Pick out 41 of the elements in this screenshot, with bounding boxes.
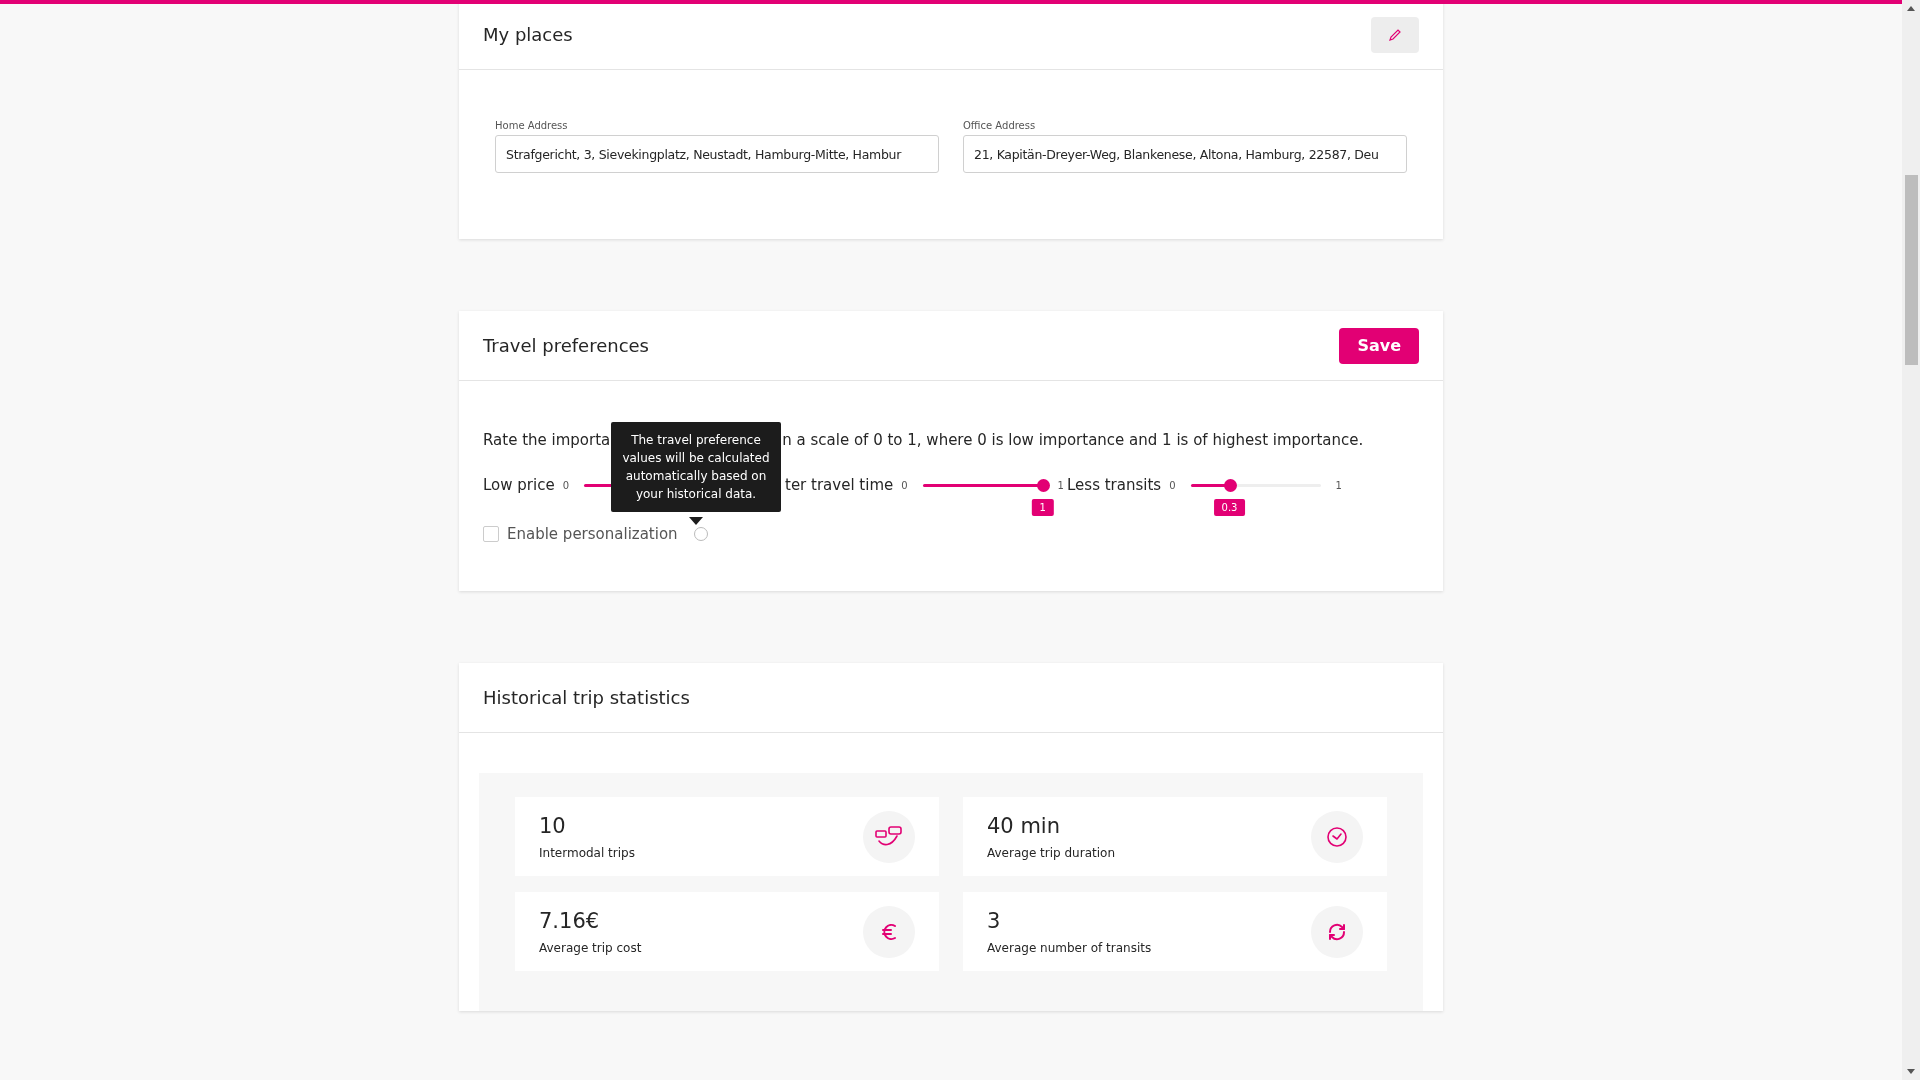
- slider-value: 1: [1031, 498, 1054, 516]
- slider-min: 0: [901, 479, 908, 491]
- card-title: Historical trip statistics: [483, 687, 690, 708]
- scrollbar[interactable]: [1902, 0, 1920, 1080]
- tooltip: The travel preference values will be calculated automatically based on your historical data.: [611, 422, 781, 512]
- clock-icon: [1326, 825, 1348, 848]
- slider-thumb[interactable]: [1036, 478, 1050, 492]
- slider-label: Low price: [483, 476, 555, 494]
- slider-thumb[interactable]: [1223, 478, 1237, 492]
- card-title: Travel preferences: [483, 335, 649, 356]
- field-label: Home Address: [495, 120, 569, 131]
- save-button[interactable]: Save: [1339, 327, 1419, 364]
- stat-label: Average number of transits: [987, 940, 1152, 955]
- euro-icon: [881, 921, 897, 942]
- stat-label: Average trip cost: [539, 940, 642, 955]
- stat-label: Intermodal trips: [539, 845, 635, 860]
- slider-max: 1: [1057, 479, 1064, 491]
- address-field[interactable]: 21, Kapitän-Dreyer-Weg, Blankenese, Altona, Hamburg, 22587, Deu: [963, 135, 1407, 173]
- slider-max: 1: [1335, 479, 1342, 491]
- slider-value: 0.3: [1213, 498, 1246, 516]
- stat-value: 40 min: [987, 813, 1061, 838]
- stat-value: 3: [987, 908, 1002, 933]
- stat-label: Average trip duration: [987, 845, 1115, 860]
- personalization-checkbox[interactable]: [483, 526, 499, 542]
- instruction-text: n a scale of 0 to 1, where 0 is low importance and 1 is of highest importance.: [782, 431, 1364, 449]
- instruction-text: Rate the importa: [483, 431, 611, 449]
- slider-label: Less transits: [1067, 476, 1162, 494]
- scroll-thumb[interactable]: [1905, 175, 1918, 365]
- field-label: Office Address: [963, 120, 1037, 131]
- card-title: My places: [483, 24, 573, 45]
- scroll-up-icon[interactable]: [1907, 6, 1915, 11]
- pencil-icon: [1388, 27, 1402, 42]
- checkbox-label: Enable personalization: [507, 525, 678, 543]
- address-field[interactable]: Strafgericht, 3, Sievekingplatz, Neustadt, Hamburg-Mitte, Hambur: [495, 135, 939, 173]
- slider-min: 0: [562, 479, 569, 491]
- slider-min: 0: [1169, 479, 1176, 491]
- slider-label: ter travel time: [785, 476, 894, 494]
- stat-value: 7.16€: [539, 908, 601, 933]
- scroll-down-icon[interactable]: [1907, 1069, 1915, 1074]
- stat-value: 10: [539, 813, 567, 838]
- tooltip-arrow-icon: [689, 517, 703, 525]
